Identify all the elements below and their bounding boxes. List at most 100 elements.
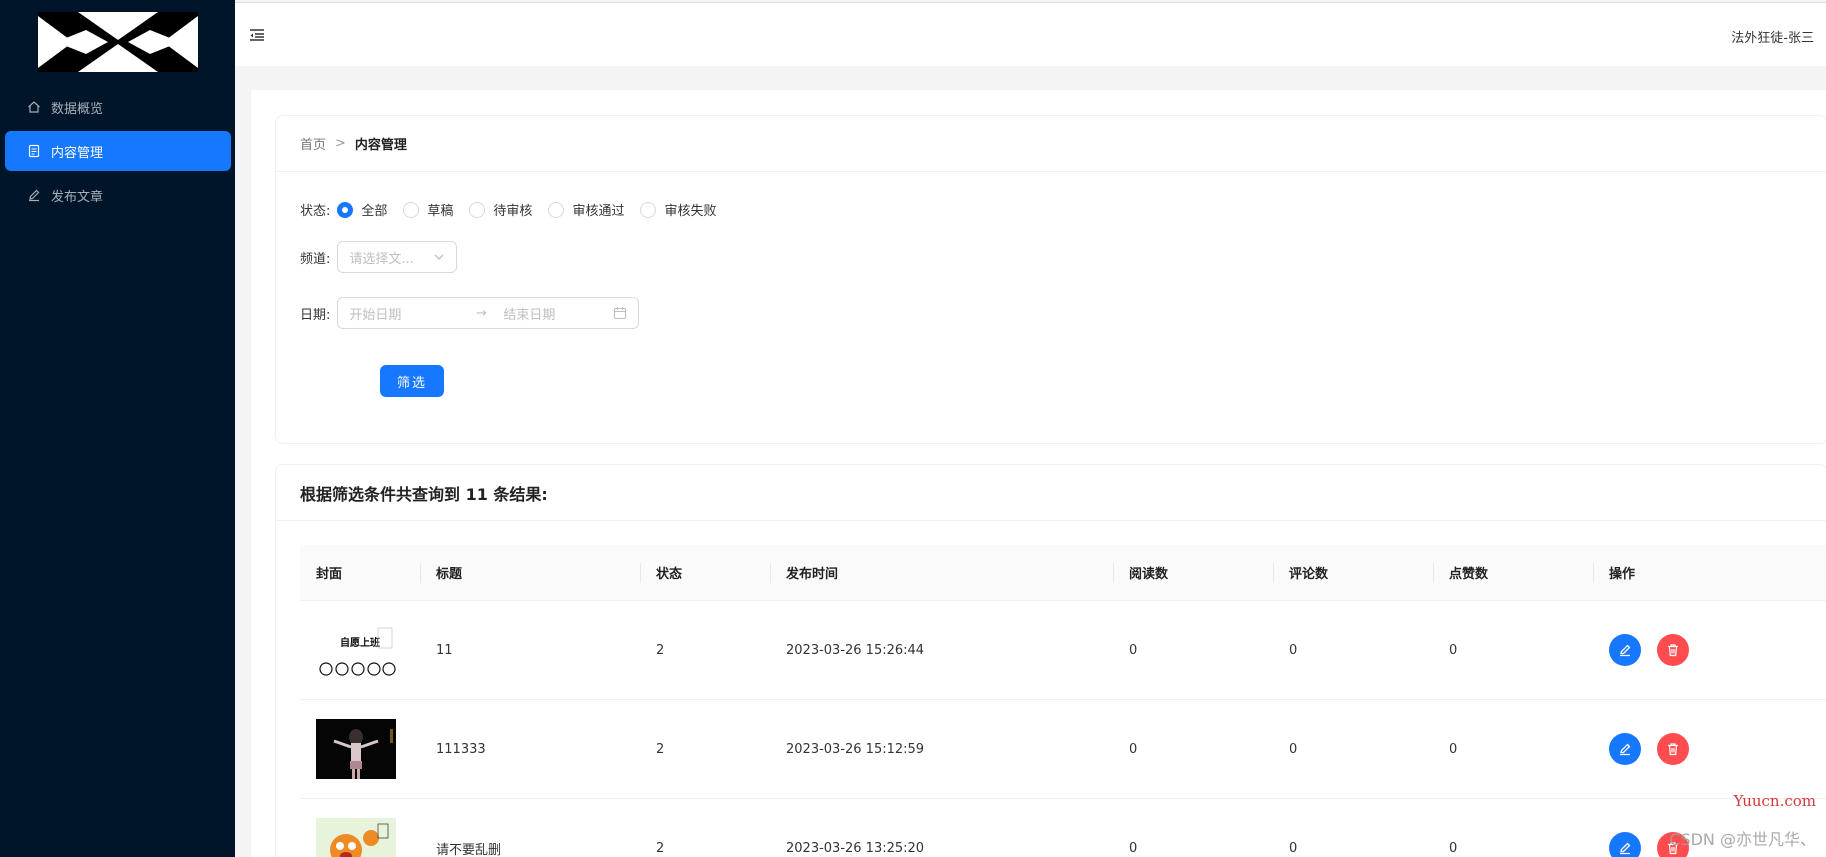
sidebar-item-label: 发布文章	[51, 189, 104, 205]
time-cell: 2023-03-26 15:12:59	[786, 741, 925, 757]
site-watermark: Yuucn.com	[1733, 792, 1816, 810]
comment-count-cell: 0	[1289, 840, 1298, 856]
cover-cell	[300, 700, 420, 798]
status-cell: 2	[656, 741, 665, 757]
filter-card: 首页 > 内容管理 状态: 全部 草稿 待审核 审核通过 审核失败 频道: 请选…	[275, 115, 1826, 444]
channel-select[interactable]: 请选择文...	[337, 241, 458, 273]
column-header: 评论数	[1273, 545, 1433, 600]
table-header: 封面 标题 状态 发布时间 阅读数 评论数 点赞数 操作	[300, 545, 1826, 601]
sidebar-item-label: 数据概览	[51, 101, 104, 117]
radio-label: 全部	[361, 204, 388, 219]
radio-label: 审核失败	[664, 204, 717, 219]
home-icon	[27, 100, 41, 114]
document-icon	[27, 144, 41, 158]
edit-icon	[1620, 743, 1631, 756]
delete-icon	[1668, 743, 1678, 756]
status-label: 状态:	[300, 204, 331, 219]
radio-icon	[640, 201, 657, 218]
content-area: 首页 > 内容管理 状态: 全部 草稿 待审核 审核通过 审核失败 频道: 请选…	[251, 90, 1826, 857]
breadcrumb: 首页 > 内容管理	[300, 134, 407, 153]
column-header: 点赞数	[1433, 545, 1593, 600]
cover-image: 自愿上班	[316, 620, 396, 680]
edit-button[interactable]	[1609, 832, 1641, 857]
delete-button[interactable]	[1657, 733, 1689, 765]
breadcrumb-separator: >	[335, 136, 346, 151]
radio-icon	[469, 201, 486, 218]
edit-button[interactable]	[1609, 733, 1641, 765]
radio-label: 草稿	[427, 204, 454, 219]
cover-image	[316, 818, 396, 857]
table-row: 请不要乱删 2 2023-03-26 13:25:20 0 0 0	[300, 799, 1826, 857]
cover-cell	[300, 799, 420, 857]
logo-icon	[38, 12, 198, 72]
title-cell: 111333	[436, 741, 486, 757]
status-cell: 2	[656, 840, 665, 856]
cover-caption: 自愿上班	[340, 636, 380, 649]
delete-button[interactable]	[1657, 634, 1689, 666]
title-cell: 请不要乱删	[436, 842, 502, 857]
time-cell: 2023-03-26 13:25:20	[786, 840, 925, 856]
date-row: 日期: 开始日期 → 结束日期	[300, 297, 640, 329]
result-card: 根据筛选条件共查询到 11 条结果: 封面 标题 状态 发布时间 阅读数 评论数…	[275, 464, 1826, 857]
header: 法外狂徒-张三	[235, 2, 1826, 66]
comment-count-cell: 0	[1289, 642, 1298, 658]
channel-row: 频道: 请选择文...	[300, 241, 458, 273]
column-header: 状态	[640, 545, 770, 600]
table-row: 自愿上班 11 2 2023-03-26 15:26:44 0 0 0	[300, 601, 1826, 700]
cover-cell: 自愿上班	[300, 601, 420, 699]
breadcrumb-current: 内容管理	[354, 138, 407, 153]
like-count-cell: 0	[1449, 840, 1458, 856]
user-name[interactable]: 法外狂徒-张三	[1731, 27, 1814, 46]
sidebar-item-content[interactable]: 内容管理	[5, 131, 231, 171]
date-label: 日期:	[300, 307, 331, 323]
card-header: 首页 > 内容管理	[276, 116, 1826, 172]
channel-placeholder: 请选择文...	[349, 251, 414, 267]
calendar-icon	[614, 307, 627, 320]
logo	[38, 12, 198, 72]
filter-submit-button[interactable]: 筛选	[380, 365, 444, 397]
result-title: 根据筛选条件共查询到 11 条结果:	[276, 465, 1826, 521]
radio-label: 待审核	[493, 204, 533, 219]
sidebar-item-publish[interactable]: 发布文章	[5, 175, 231, 215]
sidebar-item-dashboard[interactable]: 数据概览	[5, 87, 231, 127]
operation-cell	[1593, 601, 1813, 699]
arrow-right-icon: →	[475, 305, 487, 321]
status-row: 状态: 全部 草稿 待审核 审核通过 审核失败	[300, 200, 732, 219]
delete-icon	[1668, 644, 1678, 657]
status-radio-all[interactable]: 全部	[337, 200, 387, 219]
title-cell: 11	[436, 642, 453, 658]
status-radio-draft[interactable]: 草稿	[403, 200, 453, 219]
read-count-cell: 0	[1129, 642, 1138, 658]
sidebar-item-label: 内容管理	[51, 145, 104, 161]
column-header: 操作	[1593, 545, 1813, 600]
edit-icon	[1620, 842, 1631, 855]
menu-fold-icon[interactable]	[249, 28, 265, 42]
column-header: 封面	[316, 567, 343, 582]
radio-label: 审核通过	[572, 204, 625, 219]
edit-icon	[1620, 644, 1631, 657]
date-range-picker[interactable]: 开始日期 → 结束日期	[337, 297, 640, 329]
read-count-cell: 0	[1129, 840, 1138, 856]
radio-icon	[548, 201, 565, 218]
breadcrumb-home[interactable]: 首页	[300, 134, 326, 153]
status-radio-pending[interactable]: 待审核	[469, 200, 532, 219]
edit-icon	[27, 188, 41, 202]
cover-image	[316, 719, 396, 779]
time-cell: 2023-03-26 15:26:44	[786, 642, 925, 658]
author-watermark: CSDN @亦世凡华、	[1669, 830, 1816, 849]
channel-label: 频道:	[300, 251, 331, 267]
status-radio-approved[interactable]: 审核通过	[548, 200, 624, 219]
column-header: 发布时间	[770, 545, 1113, 600]
chevron-down-icon	[434, 254, 444, 260]
sidebar: 数据概览 内容管理 发布文章	[0, 0, 235, 857]
status-radio-rejected[interactable]: 审核失败	[640, 200, 716, 219]
article-table: 封面 标题 状态 发布时间 阅读数 评论数 点赞数 操作 自愿上班 11 2 2…	[300, 545, 1826, 857]
date-end-input[interactable]: 结束日期	[495, 304, 613, 323]
edit-button[interactable]	[1609, 634, 1641, 666]
table-row: 111333 2 2023-03-26 15:12:59 0 0 0	[300, 700, 1826, 799]
column-header: 阅读数	[1113, 545, 1273, 600]
operation-cell	[1593, 700, 1813, 798]
date-start-input[interactable]: 开始日期	[349, 304, 467, 323]
read-count-cell: 0	[1129, 741, 1138, 757]
status-cell: 2	[656, 642, 665, 658]
